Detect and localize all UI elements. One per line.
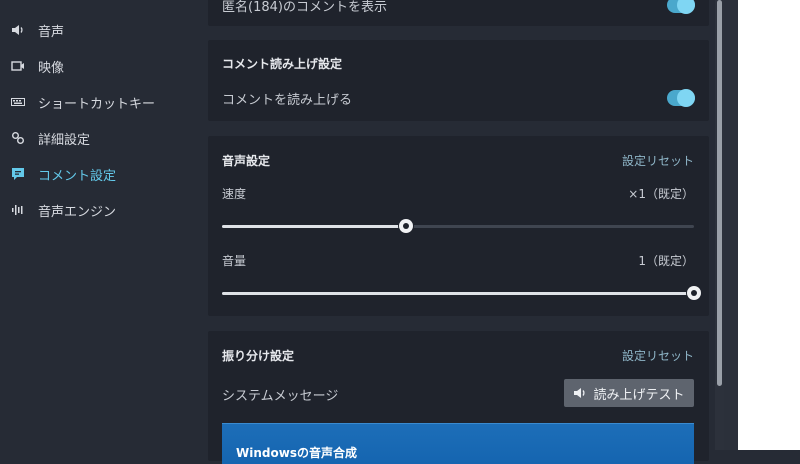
slider-fill	[222, 225, 407, 228]
gears-icon	[10, 130, 26, 146]
speaker-icon	[573, 387, 587, 399]
sidebar-item-audio[interactable]: 音声	[10, 18, 64, 42]
read-test-button[interactable]: 読み上げテスト	[564, 379, 694, 407]
waveform-icon	[10, 202, 26, 218]
toggle-knob	[677, 89, 695, 107]
sidebar-item-label: ショートカットキー	[38, 96, 156, 112]
speaker-icon	[10, 22, 26, 38]
volume-label: 音量	[222, 254, 247, 268]
voice-reset-link[interactable]: 設定リセット	[622, 152, 694, 169]
read-test-button-label: 読み上げテスト	[593, 387, 685, 403]
sort-settings-card: 振り分け設定 設定リセット システムメッセージ 読み上げテスト Windowsの…	[208, 331, 709, 464]
slider-thumb[interactable]	[687, 286, 701, 300]
settings-main: 匿名(184)のコメントを表示 コメント読み上げ設定 コメントを読み上げる 音声…	[200, 0, 720, 464]
speed-label: 速度	[222, 187, 247, 201]
comment-reading-card: コメント読み上げ設定 コメントを読み上げる	[208, 40, 709, 121]
sidebar-item-label: 詳細設定	[38, 132, 91, 148]
volume-slider[interactable]	[222, 286, 701, 300]
voice-engine-label: Windowsの音声合成	[236, 446, 357, 460]
scrollbar-thumb[interactable]	[717, 0, 722, 386]
sidebar-item-label: 音声エンジン	[38, 204, 117, 220]
speed-slider[interactable]	[222, 219, 694, 233]
sidebar-item-shortcuts[interactable]: ショートカットキー	[10, 90, 155, 114]
sort-reset-link[interactable]: 設定リセット	[622, 347, 694, 364]
sidebar-item-video[interactable]: 映像	[10, 54, 64, 78]
anonymous-comment-label: 匿名(184)のコメントを表示	[222, 0, 387, 15]
sidebar-item-label: 映像	[38, 60, 65, 76]
toggle-knob	[677, 0, 695, 14]
video-icon	[10, 58, 26, 74]
adjacent-window	[738, 0, 800, 450]
voice-settings-card: 音声設定 設定リセット 速度 ×1（既定） 音量 1（既定）	[208, 136, 709, 316]
slider-fill	[222, 292, 694, 295]
read-comments-label: コメントを読み上げる	[222, 93, 353, 108]
sidebar-item-voice-engine[interactable]: 音声エンジン	[10, 198, 116, 222]
volume-value: 1（既定）	[638, 254, 694, 268]
system-message-label: システムメッセージ	[222, 389, 339, 404]
settings-sidebar: 音声 映像 ショートカットキー 詳細設定 コメント設定 音声エンジン	[0, 0, 200, 450]
anonymous-comment-toggle[interactable]	[667, 0, 695, 14]
window-edge	[724, 0, 738, 450]
slider-thumb[interactable]	[399, 219, 414, 233]
sidebar-item-label: 音声	[38, 24, 65, 40]
speed-value: ×1（既定）	[628, 187, 694, 201]
sort-settings-title: 振り分け設定	[222, 349, 295, 363]
comment-icon	[10, 166, 26, 182]
keyboard-icon	[10, 94, 26, 110]
read-comments-toggle[interactable]	[667, 89, 695, 107]
anonymous-comment-card: 匿名(184)のコメントを表示	[208, 0, 709, 26]
sidebar-item-comment[interactable]: コメント設定	[10, 162, 116, 186]
sidebar-item-advanced[interactable]: 詳細設定	[10, 126, 90, 150]
voice-engine-selector[interactable]: Windowsの音声合成	[222, 423, 694, 464]
comment-reading-title: コメント読み上げ設定	[222, 57, 343, 71]
voice-settings-title: 音声設定	[222, 154, 271, 168]
sidebar-item-label: コメント設定	[38, 168, 117, 184]
